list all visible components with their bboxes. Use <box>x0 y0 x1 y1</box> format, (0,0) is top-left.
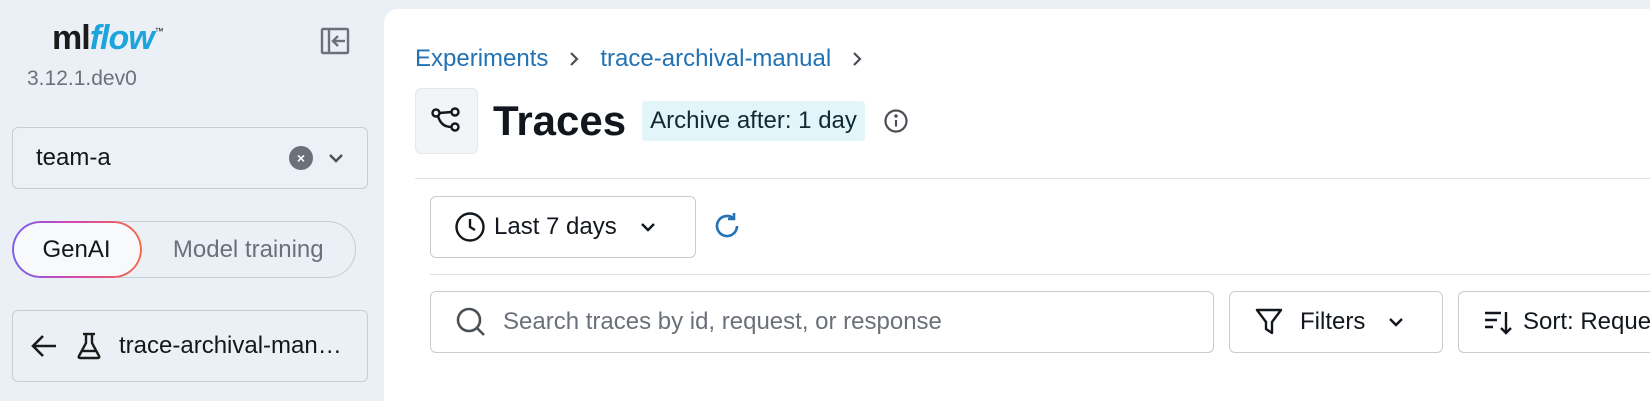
refresh-icon <box>712 211 742 241</box>
sort-button[interactable]: Sort: Reque <box>1458 291 1650 353</box>
search-box <box>430 291 1214 353</box>
workspace-select[interactable]: team-a × <box>12 127 368 189</box>
search-input[interactable] <box>503 308 1203 336</box>
filter-icon <box>1254 307 1284 337</box>
breadcrumb-experiments[interactable]: Experiments <box>415 45 548 73</box>
breadcrumb: Experiments trace-archival-manual <box>415 45 883 73</box>
chevron-right-icon <box>568 50 580 68</box>
date-range-select[interactable]: Last 7 days <box>430 196 696 258</box>
mode-model-label: Model training <box>172 235 324 263</box>
info-icon[interactable] <box>883 108 909 134</box>
workspace-value: team-a <box>36 144 111 171</box>
flask-icon <box>75 331 103 361</box>
date-range-label: Last 7 days <box>494 213 617 240</box>
chevron-right-icon <box>851 50 863 68</box>
logo-flow-text: flow <box>89 19 155 57</box>
breadcrumb-experiment[interactable]: trace-archival-manual <box>600 45 831 73</box>
header-divider <box>415 178 1650 179</box>
sort-label: Sort: Reque <box>1523 308 1650 335</box>
clear-icon[interactable]: × <box>289 146 313 170</box>
filters-label: Filters <box>1300 308 1366 335</box>
main-panel: Experiments trace-archival-manual Traces… <box>384 9 1650 401</box>
refresh-button[interactable] <box>712 211 742 241</box>
version-label: 3.12.1.dev0 <box>27 67 137 90</box>
page-header: Traces Archive after: 1 day <box>415 87 909 155</box>
arrow-left-icon[interactable] <box>29 333 59 359</box>
sidebar: ml flow ™ 3.12.1.dev0 team-a × GenAI Mod… <box>0 0 384 401</box>
chevron-down-icon <box>1387 316 1405 328</box>
mode-toggle: GenAI Model training <box>11 221 356 278</box>
collapse-sidebar-button[interactable] <box>318 24 352 58</box>
mode-genai-label: GenAI <box>42 235 111 263</box>
search-icon <box>455 306 487 338</box>
mode-genai-button[interactable]: GenAI <box>11 221 142 278</box>
filters-button[interactable]: Filters <box>1229 291 1443 353</box>
chevron-down-icon <box>639 221 657 233</box>
logo-ml-text: ml <box>52 19 91 57</box>
clock-icon <box>454 211 486 243</box>
experiment-name: trace-archival-manual <box>119 332 344 359</box>
mlflow-logo[interactable]: ml flow ™ <box>52 8 164 58</box>
page-title: Traces <box>493 97 627 144</box>
experiment-nav-item[interactable]: trace-archival-manual <box>12 310 368 382</box>
collapse-sidebar-icon <box>320 26 350 56</box>
mode-model-training-button[interactable]: Model training <box>142 236 356 264</box>
archive-badge: Archive after: 1 day <box>642 101 865 141</box>
logo-trademark: ™ <box>154 26 164 36</box>
sort-icon <box>1483 308 1513 336</box>
traces-icon <box>415 88 478 154</box>
toolbar-divider <box>430 274 1650 275</box>
chevron-down-icon <box>327 152 345 164</box>
